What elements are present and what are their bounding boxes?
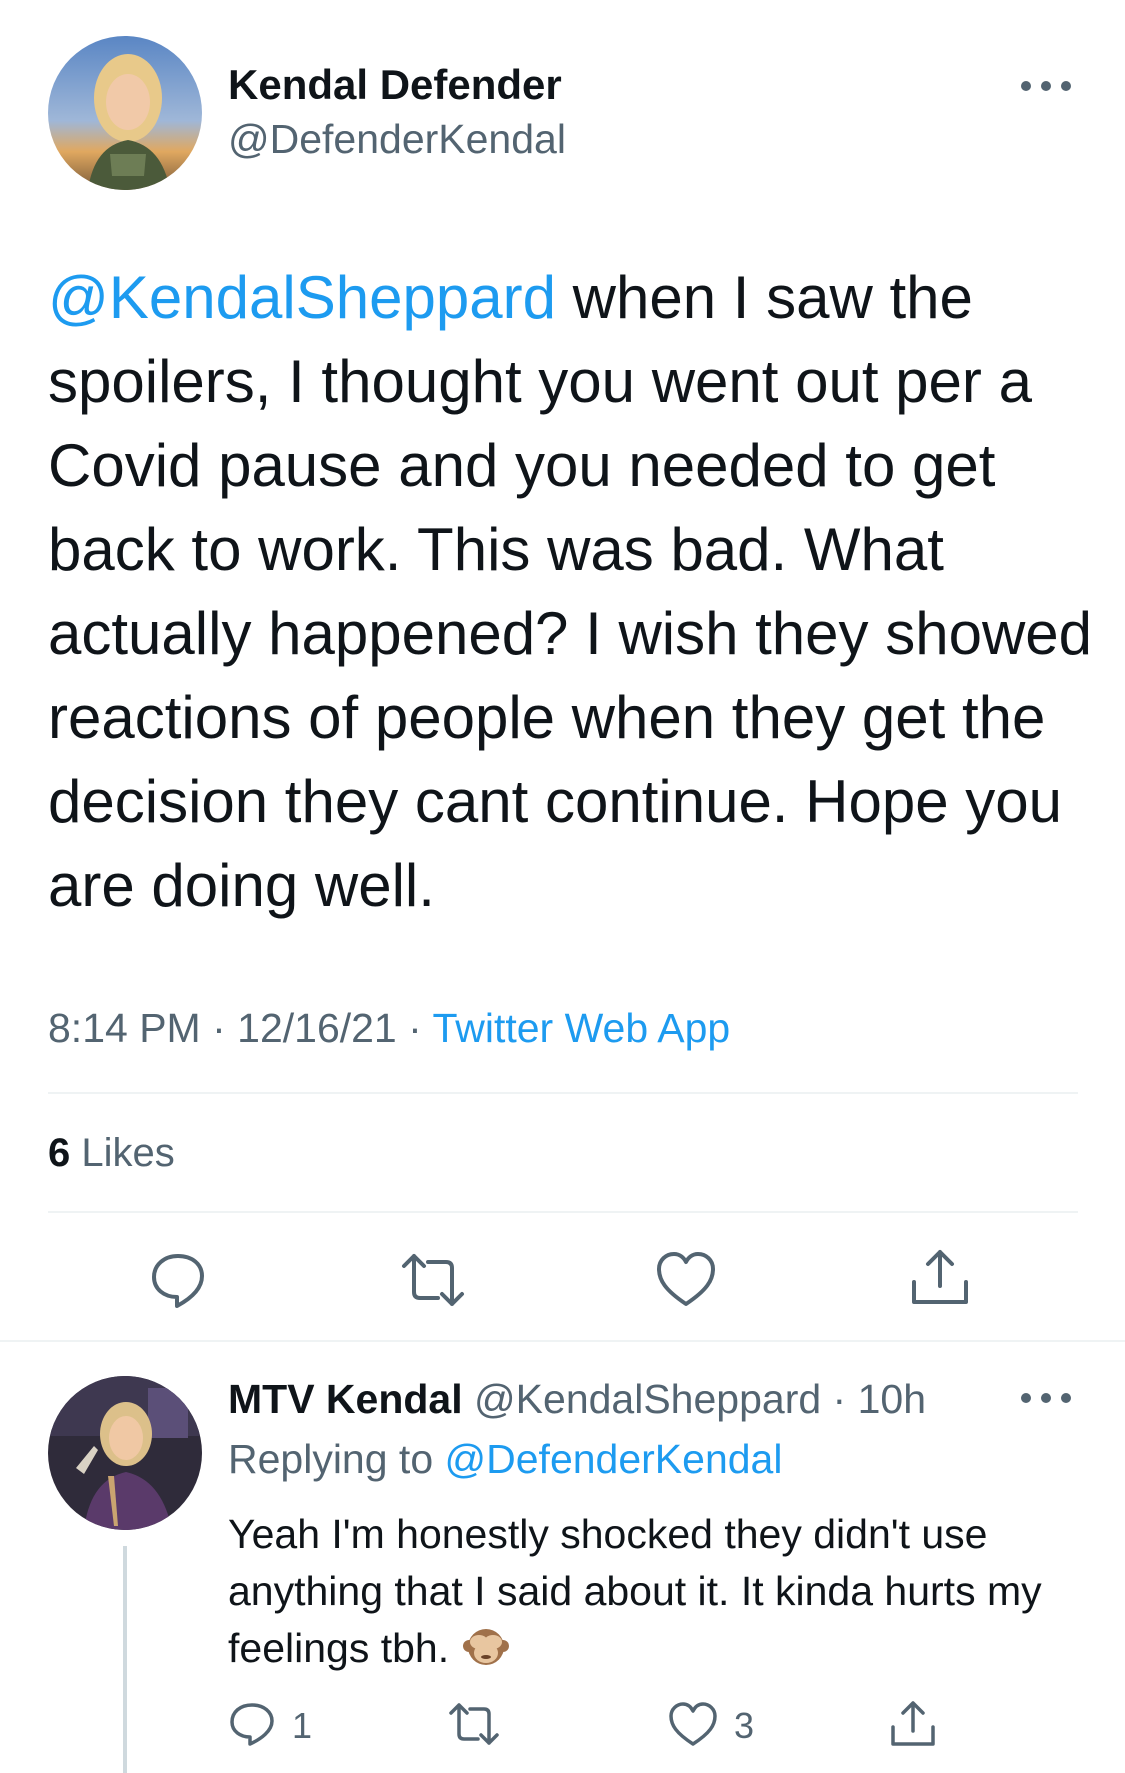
reply-author-handle[interactable]: @KendalSheppard (474, 1376, 821, 1422)
see-no-evil-monkey-emoji (461, 1620, 511, 1670)
tweet-text: @KendalSheppard when I saw the spoilers,… (48, 256, 1098, 928)
tweet-source[interactable]: Twitter Web App (432, 1005, 730, 1051)
share-icon (888, 1699, 938, 1754)
tweet-detail-screen: Kendal Defender @DefenderKendal @KendalS… (0, 0, 1125, 1773)
divider (48, 1211, 1078, 1213)
author-handle[interactable]: @DefenderKendal (228, 110, 566, 168)
reply-icon[interactable] (148, 1250, 208, 1310)
retweet-icon (446, 1701, 502, 1752)
reply-author-name[interactable]: MTV Kendal (228, 1376, 463, 1422)
meta-separator: · (200, 1005, 238, 1051)
divider (0, 1340, 1125, 1342)
tweet-date[interactable]: 12/16/21 (237, 1005, 397, 1051)
avatar[interactable] (48, 36, 202, 190)
likes-count: 6 (48, 1131, 71, 1175)
meta-separator: · (396, 1005, 433, 1051)
tweet-meta: 8:14 PM · 12/16/21 · Twitter Web App (48, 1000, 730, 1056)
avatar[interactable] (48, 1376, 202, 1530)
like-icon (668, 1701, 718, 1752)
replying-to-link[interactable]: @DefenderKendal (445, 1436, 783, 1482)
divider (48, 1092, 1078, 1094)
reply-button[interactable]: 1 (228, 1700, 312, 1752)
tweet-author[interactable]: Kendal Defender @DefenderKendal (228, 60, 566, 168)
likes-label: Likes (70, 1131, 175, 1175)
reply-count: 1 (292, 1705, 313, 1746)
like-count: 3 (734, 1705, 755, 1746)
tweet-body: when I saw the spoilers, I thought you w… (48, 264, 1093, 919)
tweet-time[interactable]: 8:14 PM (48, 1005, 201, 1051)
like-icon[interactable] (655, 1250, 717, 1308)
replying-label: Replying to (228, 1436, 445, 1482)
share-button[interactable] (888, 1700, 938, 1752)
author-name[interactable]: Kendal Defender (228, 60, 566, 110)
reply-header: MTV Kendal @KendalSheppard · 10h (228, 1370, 926, 1428)
reply-separator: · (821, 1376, 858, 1422)
like-button[interactable]: 3 (668, 1700, 754, 1752)
retweet-icon[interactable] (398, 1252, 468, 1308)
reply-body: Yeah I'm honestly shocked they didn't us… (228, 1511, 1042, 1671)
reply-icon (228, 1701, 276, 1752)
retweet-button[interactable] (446, 1700, 502, 1752)
more-icon[interactable] (1018, 1388, 1074, 1408)
replying-to: Replying to @DefenderKendal (228, 1430, 782, 1488)
thread-line (123, 1546, 127, 1773)
share-icon[interactable] (908, 1246, 972, 1310)
more-icon[interactable] (1018, 76, 1074, 96)
reply-time[interactable]: 10h (858, 1376, 926, 1422)
mention-link[interactable]: @KendalSheppard (48, 264, 556, 331)
likes-stat[interactable]: 6 Likes (48, 1126, 175, 1180)
reply-text: Yeah I'm honestly shocked they didn't us… (228, 1506, 1098, 1677)
